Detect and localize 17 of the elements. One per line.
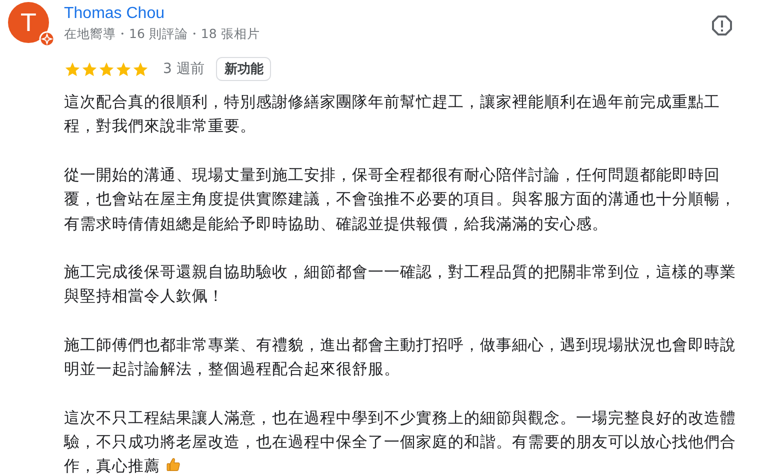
star-icon [132, 60, 149, 78]
review-paragraph: 從一開始的溝通、現場丈量到施工安排，保哥全程都很有耐心陪伴討論，任何問題都能即時回覆，也會站在屋主角度提供實際建議，不會強推不必要的項目。與客服方面的溝通也十分順暢，有需求時倩倩姐總是能給予即時協助、確認並提供報價，給我滿滿的安心感。 [64, 164, 737, 235]
review-paragraph: 施工師傅們也都非常專業、有禮貌，進出都會主動打招呼，做事細心，遇到現場狀況也會即時說明並一起討論解法，整個過程配合起來很舒服。 [64, 334, 737, 380]
star-icon [64, 60, 81, 78]
star-icon [98, 60, 115, 78]
thumbs-up-icon [165, 456, 182, 474]
review-paragraph: 施工完成後保哥還親自協助驗收，細節都會一一確認，對工程品質的把關非常到位，這樣的專業與堅持相當令人欽佩！ [64, 262, 737, 308]
star-icon [81, 60, 98, 78]
star-icon [115, 60, 132, 78]
review-time: 3 週前 [163, 60, 204, 78]
review-paragraph: 這次不只工程結果讓人滿意，也在過程中學到不少實務上的細節與觀念。一場完整良好的改造體驗，不只成功將老屋改造，也在過程中保全了一個家庭的和諧。有需要的朋友可以放心找他們合作，真心推薦 [64, 408, 737, 476]
new-feature-badge: 新功能 [216, 57, 272, 81]
reviewer-meta: 在地嚮導・16 則評論・18 張相片 [64, 25, 260, 43]
review-paragraph: 這次配合真的很順利，特別感謝修繕家團隊年前幫忙趕工，讓家裡能順利在過年前完成重點工程，對我們來說非常重要。 [64, 92, 721, 138]
reviewer-name[interactable]: Thomas Chou [64, 4, 260, 24]
report-icon[interactable] [710, 14, 734, 38]
avatar[interactable]: T [8, 2, 49, 43]
